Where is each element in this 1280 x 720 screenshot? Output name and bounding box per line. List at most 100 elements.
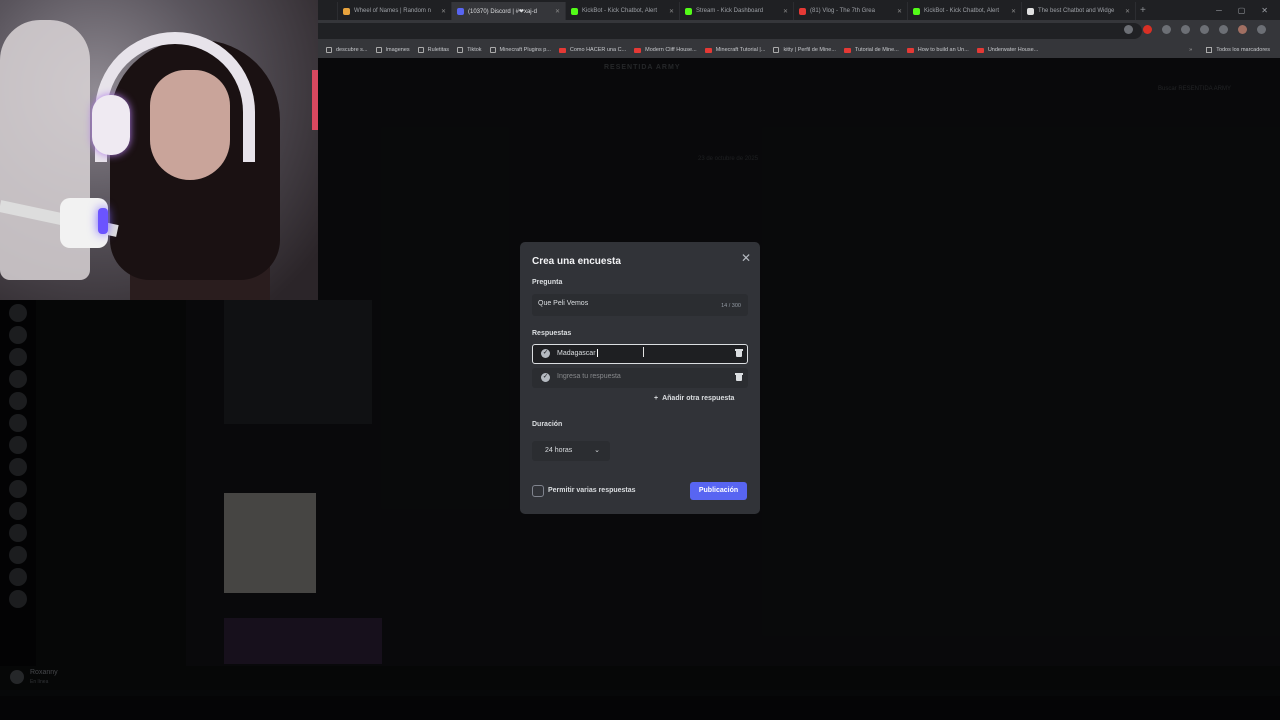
bookmark-label: Minecraft Tutorial |... <box>715 47 766 53</box>
browser-tab[interactable]: KickBot - Kick Chatbot, Alert ✕ <box>566 2 680 20</box>
publish-button[interactable]: Publicación <box>690 482 747 500</box>
duration-select[interactable]: 24 horas ⌄ <box>532 441 610 461</box>
bookmark-item[interactable]: Tutorial de Mine... <box>843 47 899 53</box>
new-tab-icon[interactable]: + <box>1140 5 1146 16</box>
window-controls: ─ ▢ ✕ <box>1216 6 1280 15</box>
tab-title: The best Chatbot and Widge <box>1038 8 1115 14</box>
extension-icon[interactable] <box>1181 25 1190 34</box>
bookmark-item[interactable]: How to build an Un... <box>906 47 969 53</box>
trash-icon[interactable] <box>735 373 743 381</box>
bookmarks-bar: descubre s... Imagenes Ruletitas Tiktok Mine… <box>318 42 1280 58</box>
bookmark-item[interactable]: kitty | Perfil de Mine... <box>773 47 836 53</box>
tab-close-icon[interactable]: ✕ <box>441 8 446 15</box>
overflow-chevron-icon[interactable]: » <box>1189 47 1192 53</box>
bookmark-label: How to build an Un... <box>917 47 969 53</box>
add-answer-label: Añadir otra respuesta <box>662 395 735 402</box>
browser-tab[interactable]: Wheel of Names | Random n ✕ <box>338 2 452 20</box>
duration-label: Duración <box>532 421 563 428</box>
tab-title: (10370) Discord | #❤xaj-d <box>468 8 537 15</box>
bookmark-label: Tutorial de Mine... <box>854 47 899 53</box>
folder-icon <box>457 47 464 53</box>
youtube-icon <box>843 47 851 53</box>
bookmark-item[interactable]: Minecraft Tutorial |... <box>704 47 766 53</box>
tab-title: Wheel of Names | Random n <box>354 8 431 14</box>
folder-icon <box>417 47 424 53</box>
tab-close-icon[interactable]: ✕ <box>669 8 674 15</box>
bookmark-item[interactable]: Tiktok <box>457 47 482 53</box>
tab-title: Stream - Kick Dashboard <box>696 8 764 14</box>
close-window-icon[interactable]: ✕ <box>1261 6 1268 15</box>
tab-close-icon[interactable]: ✕ <box>897 8 902 15</box>
tab-favicon-icon <box>913 7 920 15</box>
folder-icon <box>326 47 332 53</box>
create-poll-modal: Crea una encuesta ✕ Pregunta Que Peli Ve… <box>520 242 760 514</box>
browser-tab-bar: Wheel of Names | Random n ✕ (10370) Discor… <box>318 0 1280 20</box>
tab-close-icon[interactable]: ✕ <box>783 8 788 15</box>
answer-input[interactable]: ✓ Madagascar <box>532 344 748 364</box>
browser-tab[interactable] <box>318 2 338 20</box>
bookmark-label: Como HACER una C... <box>569 47 627 53</box>
bookmark-label: kitty | Perfil de Mine... <box>783 47 836 53</box>
browser-tab[interactable]: (10370) Discord | #❤xaj-d ✕ <box>452 2 566 20</box>
bookmark-item[interactable]: Minecraft Plugins p... <box>489 47 551 53</box>
chevron-down-icon: ⌄ <box>594 447 600 454</box>
bookmark-item[interactable]: Como HACER una C... <box>558 47 627 53</box>
menu-kebab-icon[interactable] <box>1257 25 1266 34</box>
tab-favicon-icon <box>457 7 464 15</box>
bookmark-star-icon[interactable] <box>1124 25 1133 34</box>
tab-title: (81) Vlog - The 7th Grea <box>810 8 875 14</box>
browser-tab[interactable]: The best Chatbot and Widge ✕ <box>1022 2 1136 20</box>
url-input[interactable] <box>318 23 1142 39</box>
all-bookmarks-label: Todos los marcadores <box>1216 47 1270 53</box>
close-icon[interactable]: ✕ <box>739 251 753 265</box>
answers-label: Respuestas <box>532 330 572 337</box>
question-input[interactable]: Que Peli Vemos 14 / 300 <box>532 294 748 316</box>
browser-tab[interactable]: (81) Vlog - The 7th Grea ✕ <box>794 2 908 20</box>
modal-title: Crea una encuesta <box>532 256 621 267</box>
multi-answer-checkbox[interactable] <box>532 485 544 497</box>
tab-title: KickBot - Kick Chatbot, Alert <box>582 8 658 14</box>
profile-avatar-icon[interactable] <box>1238 25 1247 34</box>
bookmark-label: Ruletitas <box>427 47 450 53</box>
maximize-icon[interactable]: ▢ <box>1238 6 1246 15</box>
extensions-puzzle-icon[interactable] <box>1200 25 1209 34</box>
youtube-icon <box>976 47 984 53</box>
bookmark-label: Minecraft Plugins p... <box>499 47 551 53</box>
text-caret <box>596 349 598 357</box>
all-bookmarks[interactable]: » Todos los marcadores <box>1189 47 1270 53</box>
tab-favicon-icon <box>685 7 692 15</box>
extension-icons <box>1124 25 1266 34</box>
bookmark-item[interactable]: Imagenes <box>375 47 410 53</box>
download-icon[interactable] <box>1219 25 1228 34</box>
tab-close-icon[interactable]: ✕ <box>1125 8 1130 15</box>
minimize-icon[interactable]: ─ <box>1216 6 1222 15</box>
tab-favicon-icon <box>1027 7 1034 15</box>
bookmark-label: Modern Cliff House... <box>645 47 697 53</box>
tab-favicon-icon <box>799 7 806 15</box>
youtube-icon <box>704 47 712 53</box>
tab-favicon-icon <box>343 7 350 15</box>
trash-icon[interactable] <box>735 349 743 357</box>
extension-icon[interactable] <box>1143 25 1152 34</box>
youtube-icon <box>906 47 914 53</box>
taskbar <box>0 696 1280 720</box>
answer-value: Madagascar <box>557 349 596 357</box>
browser-tab[interactable]: KickBot - Kick Chatbot, Alert ✕ <box>908 2 1022 20</box>
bookmark-item[interactable]: Ruletitas <box>417 47 450 53</box>
tab-close-icon[interactable]: ✕ <box>1011 8 1016 15</box>
bookmark-label: descubre s... <box>336 47 368 53</box>
tab-title: KickBot - Kick Chatbot, Alert <box>924 8 1000 14</box>
extension-icon[interactable] <box>1162 25 1171 34</box>
bookmark-label: Imagenes <box>385 47 410 53</box>
youtube-icon <box>558 47 566 53</box>
duration-value: 24 horas <box>545 447 573 454</box>
tab-close-icon[interactable]: ✕ <box>555 8 560 15</box>
bookmark-item[interactable]: Modern Cliff House... <box>634 47 697 53</box>
plus-icon: + <box>654 395 659 402</box>
answer-input[interactable]: ✓ Ingresa tu respuesta <box>532 368 748 388</box>
tab-favicon-icon <box>571 7 578 15</box>
bookmark-item[interactable]: descubre s... <box>326 47 368 53</box>
bookmark-item[interactable]: Underwater House... <box>976 47 1038 53</box>
browser-tab[interactable]: Stream - Kick Dashboard ✕ <box>680 2 794 20</box>
add-answer-button[interactable]: + Añadir otra respuesta <box>654 395 734 402</box>
